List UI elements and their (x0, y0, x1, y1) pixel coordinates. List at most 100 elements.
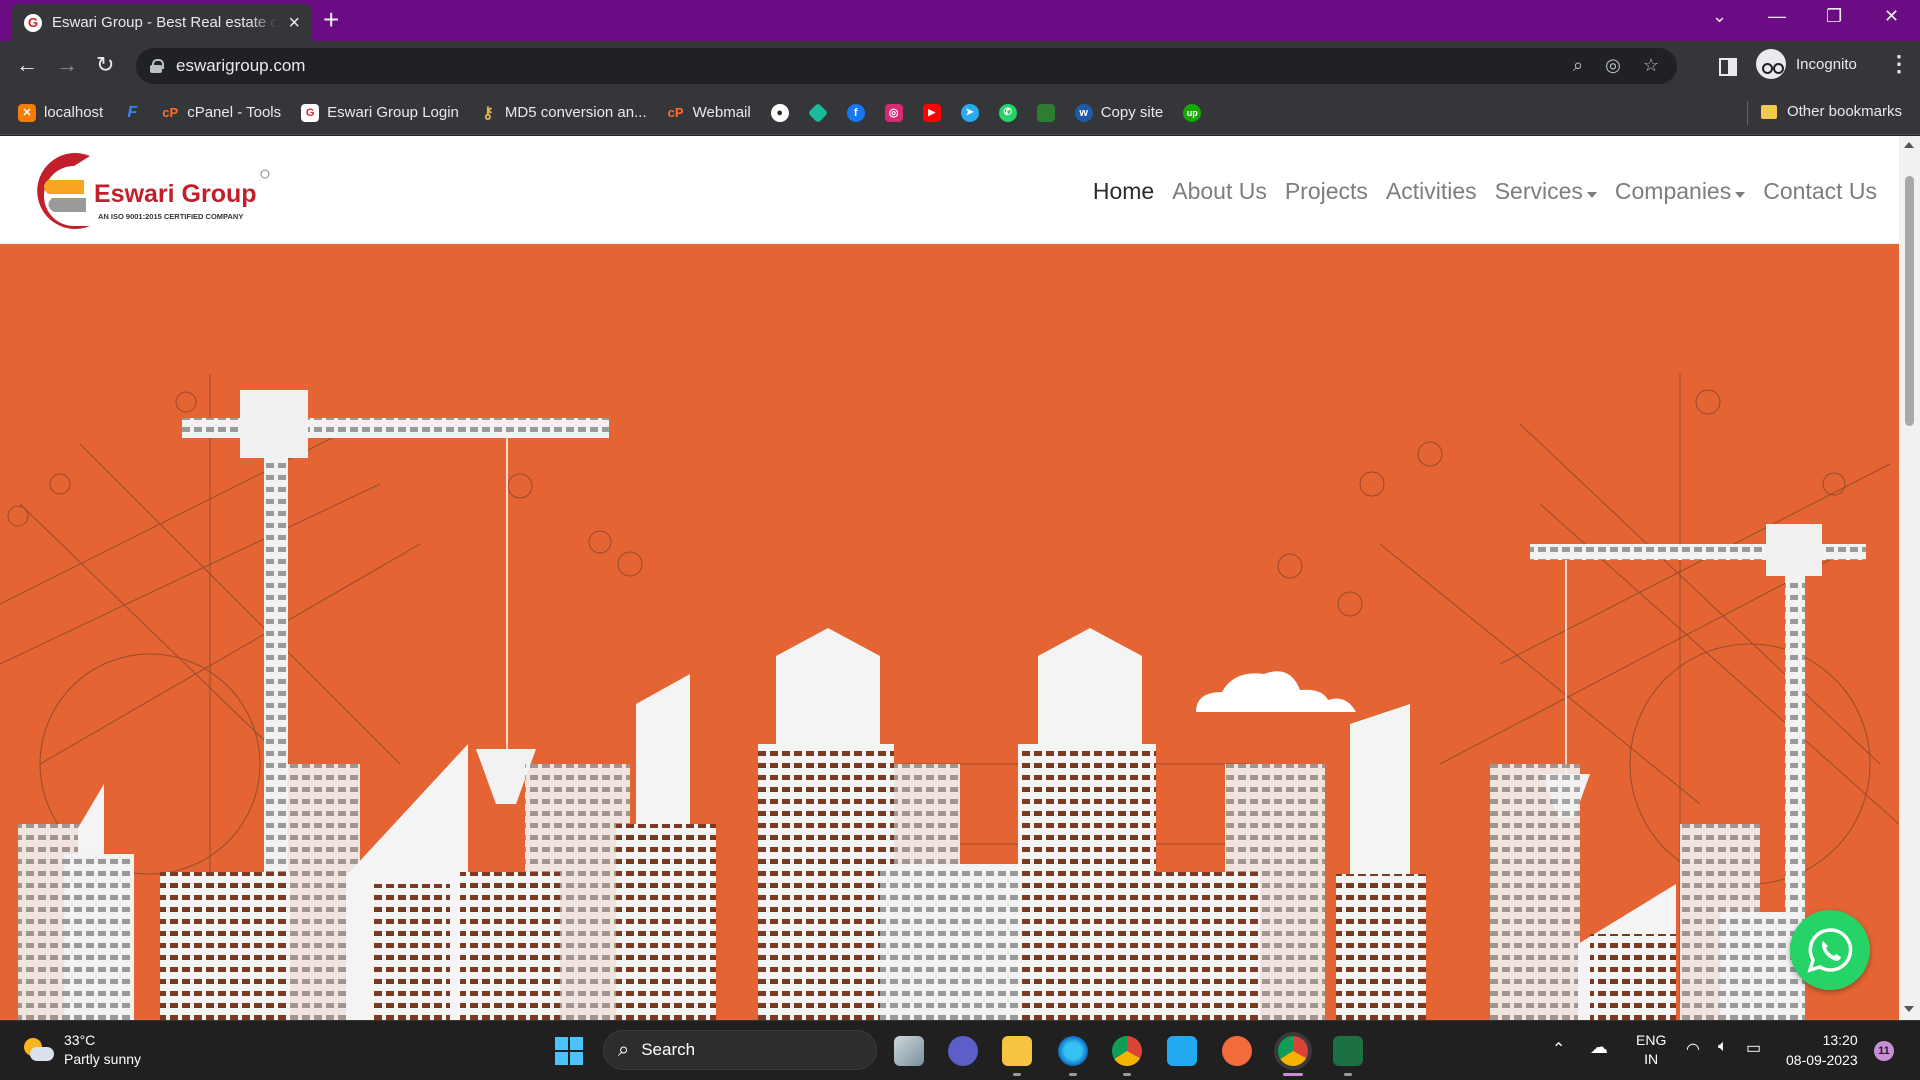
postman-icon[interactable] (1222, 1036, 1252, 1066)
bookmark-star-icon[interactable]: ☆ (1643, 55, 1659, 76)
bookmark-upwork[interactable]: up (1183, 103, 1202, 122)
tab-title: Eswari Group - Best Real estate company (52, 14, 277, 31)
logo-name: Eswari Group (94, 180, 257, 208)
language-indicator[interactable]: ENG IN (1636, 1031, 1666, 1069)
upwork-icon: up (1183, 103, 1202, 122)
nav-contact-us[interactable]: Contact Us (1763, 178, 1877, 205)
nav-companies-dropdown[interactable]: Companies (1615, 178, 1746, 205)
nav-about-us[interactable]: About Us (1172, 178, 1267, 205)
side-panel-icon[interactable] (1718, 57, 1738, 77)
reload-button[interactable]: ↻ (96, 52, 114, 78)
nav-companies[interactable]: Companies (1615, 178, 1731, 204)
clock[interactable]: 13:20 08-09-2023 (1786, 1030, 1858, 1070)
profile-button[interactable]: Incognito (1756, 49, 1857, 79)
close-tab-icon[interactable]: × (288, 13, 300, 33)
task-view-icon[interactable] (894, 1036, 924, 1066)
clock-time: 13:20 (1822, 1032, 1858, 1048)
nav-services[interactable]: Services (1495, 178, 1583, 204)
page-scrollbar[interactable] (1899, 136, 1920, 1020)
partly-sunny-icon (22, 1036, 54, 1064)
notification-badge[interactable]: 11 (1874, 1041, 1894, 1061)
url-text[interactable]: eswarigroup.com (176, 56, 305, 76)
site-header: Eswari Group AN ISO 9001:2015 CERTIFIED … (0, 136, 1899, 244)
bookmark-whatsapp[interactable]: ✆ (998, 103, 1017, 122)
windows-start-icon[interactable] (555, 1037, 583, 1065)
telegram-icon: ➤ (960, 103, 979, 122)
bookmark-telegram[interactable]: ➤ (960, 103, 979, 122)
bookmark-eswari-login[interactable]: G Eswari Group Login (301, 103, 459, 122)
browser-titlebar: G Eswari Group - Best Real estate compan… (0, 0, 1920, 41)
bookmark-md5[interactable]: ⚷ MD5 conversion an... (479, 104, 647, 122)
bookmark-webmail[interactable]: cP Webmail (667, 104, 751, 122)
tab-search-icon[interactable]: ⌄ (1712, 6, 1727, 27)
scrollbar-thumb[interactable] (1905, 176, 1914, 426)
bookmark-cpanel-tools[interactable]: cP cPanel - Tools (161, 104, 281, 122)
chevron-down-icon (1735, 191, 1746, 198)
youtube-icon: ▶ (922, 103, 941, 122)
nav-home[interactable]: Home (1093, 178, 1154, 205)
nav-services-dropdown[interactable]: Services (1495, 178, 1597, 205)
battery-icon[interactable]: ▭ (1746, 1038, 1761, 1058)
taskbar-search[interactable]: ⌕ Search (603, 1030, 877, 1070)
bookmark-copy-site[interactable]: w Copy site (1074, 103, 1163, 122)
chevron-down-icon (1586, 191, 1597, 198)
browser-menu-icon[interactable]: ⋮ (1888, 51, 1910, 77)
bookmark-instagram[interactable]: ◎ (884, 103, 903, 122)
zoom-icon[interactable]: ⌕ (1573, 55, 1583, 76)
teams-chat-icon[interactable] (948, 1036, 978, 1066)
scroll-up-icon[interactable] (1904, 142, 1914, 148)
restore-button[interactable]: ❐ (1826, 6, 1842, 27)
w-icon: w (1074, 103, 1093, 122)
new-tab-button[interactable]: + (323, 6, 339, 34)
bookmarks-divider (1747, 101, 1748, 125)
eye-off-icon[interactable]: ◎ (1605, 55, 1621, 76)
eswari-icon: G (301, 103, 320, 122)
bookmarks-bar: ✕ localhost F cP cPanel - Tools G Eswari… (0, 91, 1920, 135)
bookmark-grass[interactable] (1036, 103, 1055, 122)
grass-icon (1036, 103, 1055, 122)
fasthosts-icon: F (127, 103, 138, 121)
diamond-icon (807, 102, 828, 123)
volume-icon[interactable]: 🔈︎ (1718, 1038, 1728, 1056)
vscode-icon[interactable] (1167, 1036, 1197, 1066)
search-icon: ⌕ (618, 1038, 630, 1061)
wifi-icon[interactable]: ◠ (1686, 1039, 1700, 1059)
running-indicator (1123, 1073, 1131, 1076)
tray-overflow-icon[interactable]: ⌃ (1552, 1039, 1565, 1059)
close-window-button[interactable]: ✕ (1884, 6, 1899, 27)
bookmark-facebook[interactable]: f (846, 103, 865, 122)
forward-button[interactable]: → (56, 52, 78, 78)
search-label: Search (641, 1040, 696, 1059)
whatsapp-chat-button[interactable] (1790, 910, 1870, 990)
other-bookmarks[interactable]: Other bookmarks (1760, 103, 1902, 120)
lock-icon[interactable] (150, 59, 164, 73)
bookmark-github[interactable]: ● (770, 103, 789, 122)
onedrive-icon[interactable]: ☁ (1590, 1037, 1608, 1058)
chrome-icon[interactable] (1112, 1036, 1142, 1066)
back-button[interactable]: ← (16, 52, 38, 78)
chrome-incognito-icon[interactable] (1278, 1036, 1308, 1066)
address-bar[interactable]: eswarigroup.com ⌕ ◎ ☆ (136, 48, 1677, 84)
scroll-down-icon[interactable] (1904, 1006, 1914, 1012)
eswari-logo[interactable]: Eswari Group AN ISO 9001:2015 CERTIFIED … (12, 150, 272, 232)
bookmark-diamond[interactable] (807, 102, 828, 123)
file-explorer-icon[interactable] (1002, 1036, 1032, 1066)
profile-label: Incognito (1796, 55, 1857, 73)
bookmark-fasthosts[interactable]: F (123, 104, 141, 122)
github-icon: ● (770, 103, 789, 122)
weather-desc: Partly sunny (64, 1051, 142, 1067)
city-skyline-illustration (0, 374, 1899, 1020)
weather-widget[interactable]: 33°C Partly sunny (22, 1031, 141, 1069)
bookmark-youtube[interactable]: ▶ (922, 103, 941, 122)
edge-icon[interactable] (1058, 1036, 1088, 1066)
excel-icon[interactable] (1333, 1036, 1363, 1066)
nav-projects[interactable]: Projects (1285, 178, 1368, 205)
key-icon: ⚷ (482, 104, 494, 122)
incognito-icon (1756, 49, 1786, 79)
nav-activities[interactable]: Activities (1386, 178, 1477, 205)
browser-toolbar: ← → ↻ eswarigroup.com ⌕ ◎ ☆ Incognito ⋮ (0, 41, 1920, 91)
bookmark-localhost[interactable]: ✕ localhost (18, 103, 103, 122)
minimize-button[interactable]: — (1768, 6, 1786, 27)
browser-tab[interactable]: G Eswari Group - Best Real estate compan… (12, 4, 312, 41)
hero-banner (0, 244, 1899, 1020)
